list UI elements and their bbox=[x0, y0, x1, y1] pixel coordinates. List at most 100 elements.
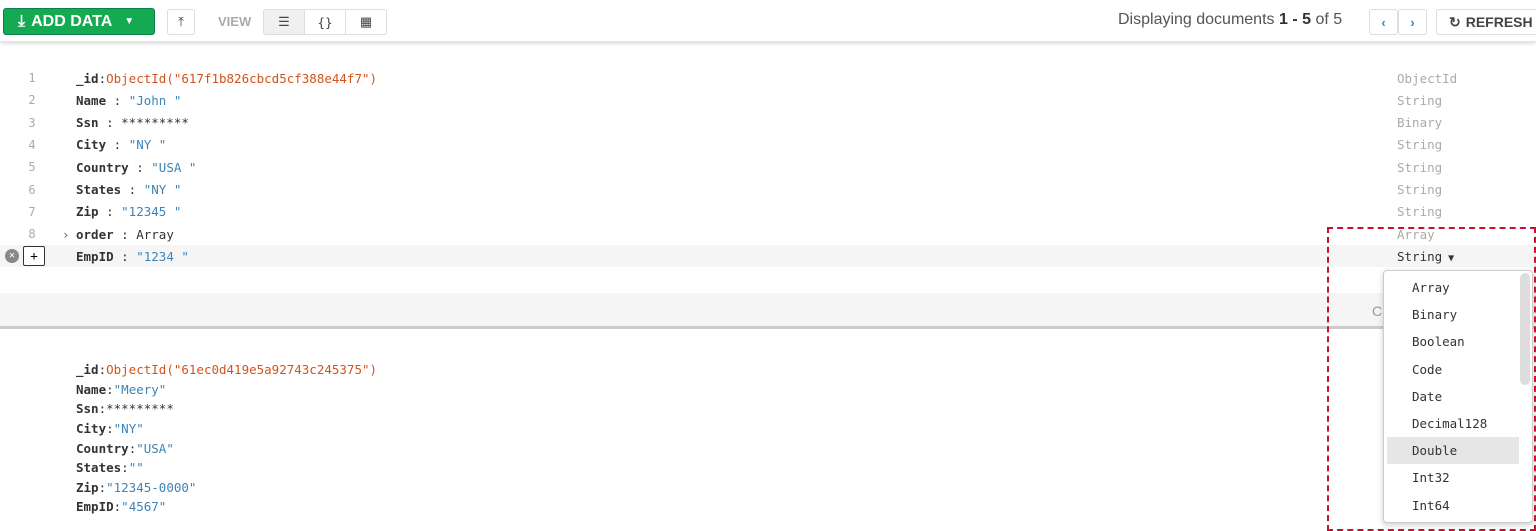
caret-down-icon: ▼ bbox=[124, 16, 135, 27]
sep: : bbox=[98, 204, 122, 220]
chevron-left-icon: ‹ bbox=[1381, 14, 1386, 30]
sep: : bbox=[121, 460, 129, 476]
field-key[interactable]: _id:ObjectId("617f1b826cbcd5cf388e44f7") bbox=[76, 71, 377, 86]
type-option-code[interactable]: Code bbox=[1387, 356, 1519, 383]
key-text: EmpID bbox=[76, 248, 114, 264]
field-key: City:"NY" bbox=[76, 421, 144, 436]
field-key[interactable]: City : "NY " bbox=[76, 137, 166, 152]
line-number: 6 bbox=[28, 182, 36, 197]
field-key[interactable]: order : Array bbox=[76, 227, 174, 242]
add-field-button[interactable]: + bbox=[23, 246, 45, 266]
field-key: Name:"Meery" bbox=[76, 382, 166, 397]
field-row: City:"NY" bbox=[0, 419, 1536, 439]
field-value[interactable]: Array bbox=[136, 227, 174, 242]
field-type: Binary bbox=[1397, 115, 1443, 131]
field-value[interactable]: ObjectId("617f1b826cbcd5cf388e44f7") bbox=[106, 71, 377, 86]
sep: : bbox=[98, 362, 107, 378]
type-select-value: String bbox=[1397, 248, 1443, 264]
line-number: 5 bbox=[28, 160, 36, 175]
refresh-button[interactable]: ↻ REFRESH bbox=[1436, 9, 1536, 35]
table-view-button[interactable]: ▦ bbox=[345, 9, 387, 35]
field-value[interactable]: "NY " bbox=[129, 137, 167, 152]
field-key[interactable]: EmpID : "1234 " bbox=[76, 249, 189, 264]
list-view-button[interactable]: ☰ bbox=[263, 9, 305, 35]
field-key[interactable]: Ssn : ********* bbox=[76, 115, 189, 130]
type-option-double[interactable]: Double bbox=[1387, 437, 1519, 465]
key-text: _id bbox=[76, 362, 99, 378]
field-row: 6 States : "NY " String bbox=[0, 179, 1536, 201]
type-option-date[interactable]: Date bbox=[1387, 383, 1519, 410]
field-value: "" bbox=[128, 460, 144, 476]
key-text: Zip bbox=[76, 204, 99, 220]
add-data-button[interactable]: ⤓ ADD DATA ▼ bbox=[3, 8, 155, 35]
key-text: Country bbox=[76, 159, 129, 175]
expand-chevron-icon[interactable]: › bbox=[62, 227, 70, 242]
field-type: String bbox=[1397, 204, 1443, 220]
key-text: Country bbox=[76, 440, 129, 456]
field-row: 4 City : "NY " String bbox=[0, 134, 1536, 156]
field-type: String bbox=[1397, 182, 1443, 197]
field-row: _id:ObjectId("61ec0d419e5a92743c245375") bbox=[0, 360, 1536, 380]
key-text: City bbox=[76, 421, 107, 437]
type-option-binary[interactable]: Binary bbox=[1387, 301, 1519, 328]
key-text: Ssn bbox=[76, 115, 99, 131]
field-type: Array bbox=[1397, 226, 1435, 242]
scrollbar[interactable] bbox=[1520, 273, 1530, 385]
field-key[interactable]: Name : "John " bbox=[76, 93, 181, 108]
field-key: _id:ObjectId("61ec0d419e5a92743c245375") bbox=[76, 362, 377, 377]
field-value[interactable]: "12345 " bbox=[121, 204, 181, 219]
field-value: ********* bbox=[106, 401, 174, 417]
field-value: "4567" bbox=[121, 499, 167, 515]
type-dropdown-menu: Array Binary Boolean Code Date Decimal128 Doub… bbox=[1383, 270, 1533, 523]
add-data-label: ADD DATA bbox=[31, 12, 113, 30]
line-number: 8 bbox=[28, 227, 36, 242]
type-option-int32[interactable]: Int32 bbox=[1387, 464, 1519, 491]
refresh-icon: ↻ bbox=[1449, 13, 1461, 30]
type-select[interactable]: String ▼ bbox=[1397, 249, 1454, 264]
editing-field-row: ✕ + EmpID : "1234 " String ▼ bbox=[0, 245, 1536, 267]
field-key[interactable]: States : "NY " bbox=[76, 182, 181, 197]
field-key: Country:"USA" bbox=[76, 441, 174, 456]
document-footer: C bbox=[0, 293, 1536, 329]
field-type: ObjectId bbox=[1397, 70, 1458, 86]
field-value[interactable]: ********* bbox=[121, 115, 189, 130]
caret-down-icon: ▼ bbox=[1442, 252, 1455, 264]
field-type: String bbox=[1397, 137, 1443, 153]
field-value[interactable]: "John " bbox=[129, 93, 182, 108]
import-button[interactable]: ⤒ bbox=[167, 9, 195, 35]
field-row: Ssn:********* bbox=[0, 399, 1536, 419]
line-number: 2 bbox=[28, 93, 36, 108]
type-option-int64[interactable]: Int64 bbox=[1387, 492, 1519, 519]
sep: : bbox=[98, 115, 122, 131]
range-end: 5 bbox=[1302, 11, 1312, 28]
import-icon: ⤒ bbox=[178, 14, 184, 29]
sep: : bbox=[113, 226, 137, 242]
cancel-button[interactable]: C bbox=[1372, 303, 1382, 319]
key-text: Ssn bbox=[76, 401, 99, 417]
line-number: 3 bbox=[28, 115, 36, 130]
json-view-button[interactable]: {} bbox=[304, 9, 346, 35]
field-row: 3 Ssn : ********* Binary bbox=[0, 112, 1536, 134]
field-value: "Meery" bbox=[113, 381, 167, 397]
sep: : bbox=[98, 70, 107, 86]
type-option-boolean[interactable]: Boolean bbox=[1387, 328, 1519, 355]
field-key[interactable]: Country : "USA " bbox=[76, 160, 196, 175]
sep: : bbox=[106, 381, 114, 397]
refresh-label: REFRESH bbox=[1465, 14, 1533, 30]
delete-field-icon[interactable]: ✕ bbox=[5, 249, 19, 263]
json-view-icon: {} bbox=[317, 14, 333, 30]
sep: : bbox=[98, 401, 107, 417]
type-option-decimal128[interactable]: Decimal128 bbox=[1387, 410, 1519, 437]
field-value[interactable]: "NY " bbox=[144, 182, 182, 197]
prev-page-button[interactable]: ‹ bbox=[1369, 9, 1398, 35]
field-value: "NY" bbox=[113, 421, 144, 437]
field-value[interactable]: "1234 " bbox=[136, 249, 189, 264]
type-option-array[interactable]: Array bbox=[1387, 274, 1519, 301]
field-key: Ssn:********* bbox=[76, 401, 174, 416]
field-key[interactable]: Zip : "12345 " bbox=[76, 204, 181, 219]
field-row: 5 Country : "USA " String bbox=[0, 156, 1536, 178]
list-view-icon: ☰ bbox=[278, 14, 290, 29]
next-page-button[interactable]: › bbox=[1398, 9, 1427, 35]
chevron-right-icon: › bbox=[1410, 14, 1415, 30]
field-value[interactable]: "USA " bbox=[151, 160, 196, 175]
